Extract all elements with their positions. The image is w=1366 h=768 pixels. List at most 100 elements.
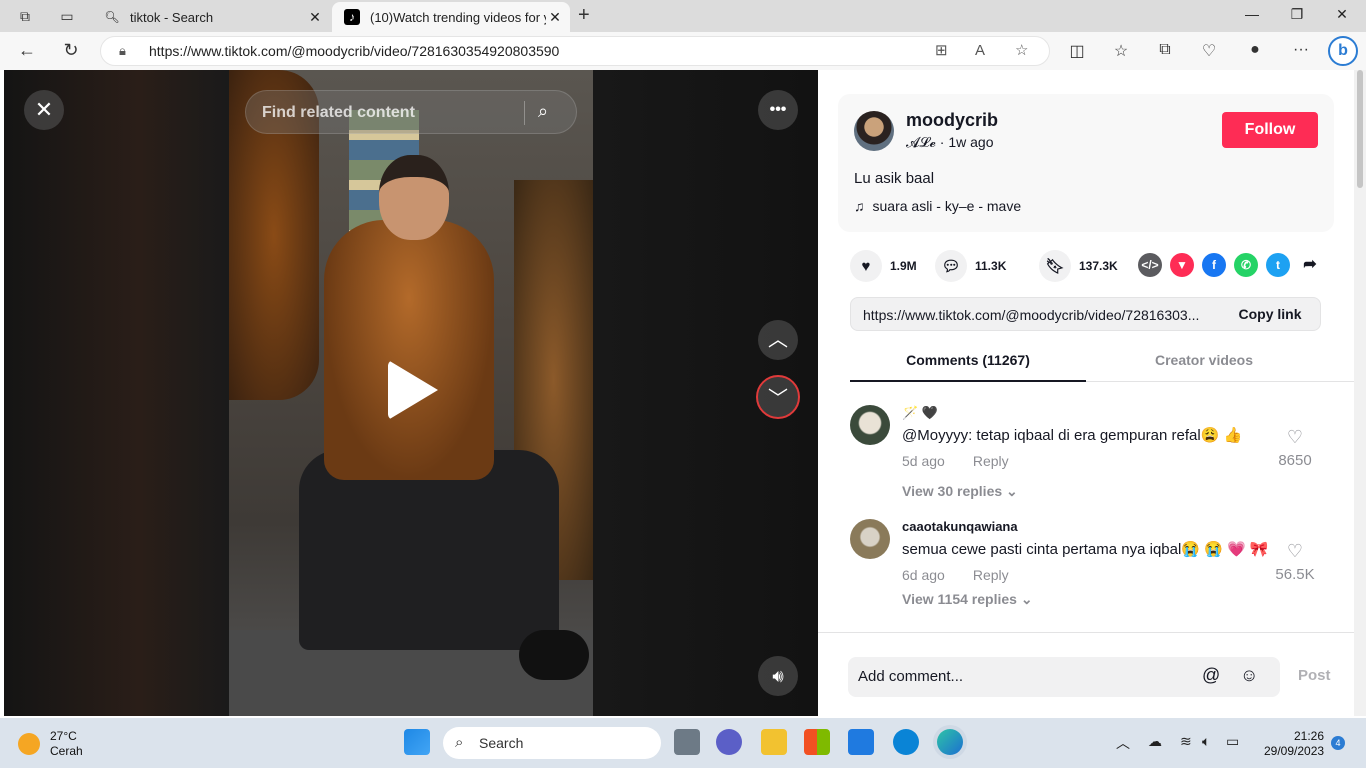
avatar[interactable] [850, 519, 890, 559]
battery-icon[interactable]: ▭ [1226, 733, 1239, 750]
emoji-icon[interactable]: ☺ [1240, 665, 1258, 686]
favorite-star-icon[interactable]: ☆ [1015, 37, 1028, 65]
new-tab-icon[interactable]: + [578, 4, 590, 27]
refresh-icon[interactable]: ↻ [60, 40, 82, 61]
page-scrollbar[interactable] [1354, 70, 1366, 716]
windows-start-icon[interactable] [404, 729, 430, 755]
tiktok-page: ✕ Find related content ⌕ ••• ︿ ﹀ 🔊︎ mood… [0, 70, 1366, 718]
tab-tiktok-search[interactable]: 🔍︎ tiktok - Search ✕ [92, 2, 330, 32]
chevron-down-icon[interactable]: ﹀ [756, 375, 800, 419]
reply-button[interactable]: Reply [973, 567, 1009, 583]
microsoft-store-icon[interactable] [804, 729, 830, 755]
tab-comments[interactable]: Comments (11267) [850, 352, 1086, 368]
heart-icon[interactable]: ♥ [850, 250, 882, 282]
view-replies-button[interactable]: View 1154 replies ⌄ [902, 591, 1292, 608]
search-icon: ⌕ [455, 734, 464, 751]
repost-icon[interactable]: ▼ [1170, 253, 1194, 277]
favorites-icon[interactable]: ☆ [1110, 41, 1132, 61]
tab-creator-videos[interactable]: Creator videos [1086, 352, 1322, 368]
comment-author[interactable]: caaotakunqawiana [902, 519, 1292, 537]
collections-icon[interactable]: ⧉ [1154, 41, 1176, 59]
close-tab-icon[interactable]: ✕ [306, 9, 324, 26]
taskbar-search[interactable]: ⌕ Search [443, 727, 661, 759]
restore-icon[interactable]: ❐ [1287, 6, 1307, 23]
facebook-icon[interactable]: f [1202, 253, 1226, 277]
app-available-icon[interactable]: ⊞ [935, 37, 948, 65]
author-username[interactable]: moodycrib [906, 110, 998, 131]
edge-browser-icon[interactable] [937, 729, 963, 755]
find-related-search[interactable]: Find related content ⌕ [245, 90, 577, 134]
view-replies-button[interactable]: View 30 replies ⌄ [902, 483, 1292, 500]
settings-more-icon[interactable]: ··· [1290, 41, 1312, 59]
comment-like[interactable]: ♡ 8650 [1270, 427, 1320, 469]
author-subline: 𝓐𝓛𝓮 · 1w ago [906, 134, 994, 150]
share-arrow-icon[interactable]: ➦ [1298, 253, 1322, 277]
browser-essentials-icon[interactable]: ♡ [1198, 41, 1220, 61]
comment-composer: Add comment... @ ☺ Post [818, 632, 1354, 716]
volume-icon[interactable]: 🔊︎ [758, 656, 798, 696]
windows-taskbar: 27°C Cerah ⌕ Search ︿ ☁ ≋ 🔈︎ ▭ 21:26 29/09/… [0, 718, 1366, 768]
address-bar[interactable]: 🔒︎ https://www.tiktok.com/@moodycrib/vid… [100, 36, 1050, 66]
teams-chat-icon[interactable] [716, 729, 742, 755]
task-view-icon[interactable] [674, 729, 700, 755]
play-icon[interactable] [388, 360, 438, 420]
wifi-icon[interactable]: ≋ [1180, 733, 1192, 750]
like-stat[interactable]: ♥ 1.9M [850, 250, 917, 282]
avatar[interactable] [850, 405, 890, 445]
temperature: 27°C [50, 729, 77, 743]
close-tab-icon[interactable]: ✕ [546, 9, 564, 26]
comment-stat[interactable]: 💬︎ 11.3K [935, 250, 1006, 282]
minimize-icon[interactable]: — [1242, 6, 1262, 22]
embed-icon[interactable]: </> [1138, 253, 1162, 277]
more-icon[interactable]: ••• [758, 90, 798, 130]
browser-titlebar: ⧉ ▭ 🔍︎ tiktok - Search ✕ ♪ (10)Watch tre… [0, 0, 1366, 32]
workspaces-icon[interactable]: ⧉ [16, 7, 34, 25]
comment-icon[interactable]: 💬︎ [935, 250, 967, 282]
file-explorer-icon[interactable] [761, 729, 787, 755]
myhp-icon[interactable] [848, 729, 874, 755]
comment-author[interactable]: 🪄 🖤 [902, 405, 1292, 423]
tab-actions-icon[interactable]: ▭ [58, 7, 76, 25]
split-screen-icon[interactable]: ◫ [1066, 41, 1088, 61]
music-note-icon: ♫ [854, 198, 865, 214]
notification-badge[interactable]: 4 [1331, 736, 1345, 750]
post-button[interactable]: Post [1298, 667, 1331, 684]
music-link[interactable]: ♫ suara asli - ky–e - mave [854, 198, 1021, 214]
back-icon[interactable]: ← [16, 40, 38, 61]
speaker-icon[interactable]: 🔈︎ [1202, 733, 1210, 750]
read-aloud-icon[interactable]: A [975, 37, 985, 65]
profile-icon[interactable]: ● [1244, 41, 1266, 59]
search-icon[interactable]: ⌕ [538, 101, 548, 122]
reply-button[interactable]: Reply [973, 453, 1009, 469]
system-clock[interactable]: 21:26 29/09/2023 [1264, 729, 1324, 759]
tab-tiktok-video[interactable]: ♪ (10)Watch trending videos for yo ✕ [332, 2, 570, 32]
comment-like[interactable]: ♡ 56.5K [1270, 541, 1320, 583]
follow-button[interactable]: Follow [1222, 112, 1318, 148]
lock-icon[interactable]: 🔒︎ [119, 37, 126, 65]
mention-icon[interactable]: @ [1202, 665, 1220, 686]
copy-link-button[interactable]: Copy link [1220, 298, 1320, 330]
whatsapp-icon[interactable]: ✆ [1234, 253, 1258, 277]
onedrive-cloud-icon[interactable]: ☁ [1148, 733, 1162, 750]
save-count: 137.3K [1079, 259, 1118, 273]
chevron-up-icon[interactable]: ︿ [758, 320, 798, 360]
bookmark-icon[interactable]: 🔖︎ [1039, 250, 1071, 282]
close-icon[interactable]: ✕ [24, 90, 64, 130]
comment-date: 6d ago [902, 567, 945, 583]
save-stat[interactable]: 🔖︎ 137.3K [1039, 250, 1118, 282]
bing-copilot-icon[interactable]: b [1328, 36, 1358, 66]
add-comment-input[interactable]: Add comment... @ ☺ [848, 657, 1280, 697]
heart-outline-icon[interactable]: ♡ [1270, 427, 1320, 448]
help-icon[interactable] [893, 729, 919, 755]
comment-like-count: 56.5K [1275, 566, 1315, 583]
weather-widget[interactable]: 27°C Cerah [18, 729, 83, 759]
show-hidden-icons-icon[interactable]: ︿ [1116, 733, 1130, 753]
clock-time: 21:26 [1293, 729, 1324, 743]
clock-date: 29/09/2023 [1264, 744, 1325, 758]
heart-outline-icon[interactable]: ♡ [1270, 541, 1320, 562]
video-player[interactable]: ✕ Find related content ⌕ ••• ︿ ﹀ 🔊︎ [4, 70, 818, 716]
avatar[interactable] [854, 111, 894, 151]
tab-title: (10)Watch trending videos for yo [370, 9, 546, 25]
close-window-icon[interactable]: ✕ [1332, 6, 1352, 23]
twitter-icon[interactable]: t [1266, 253, 1290, 277]
